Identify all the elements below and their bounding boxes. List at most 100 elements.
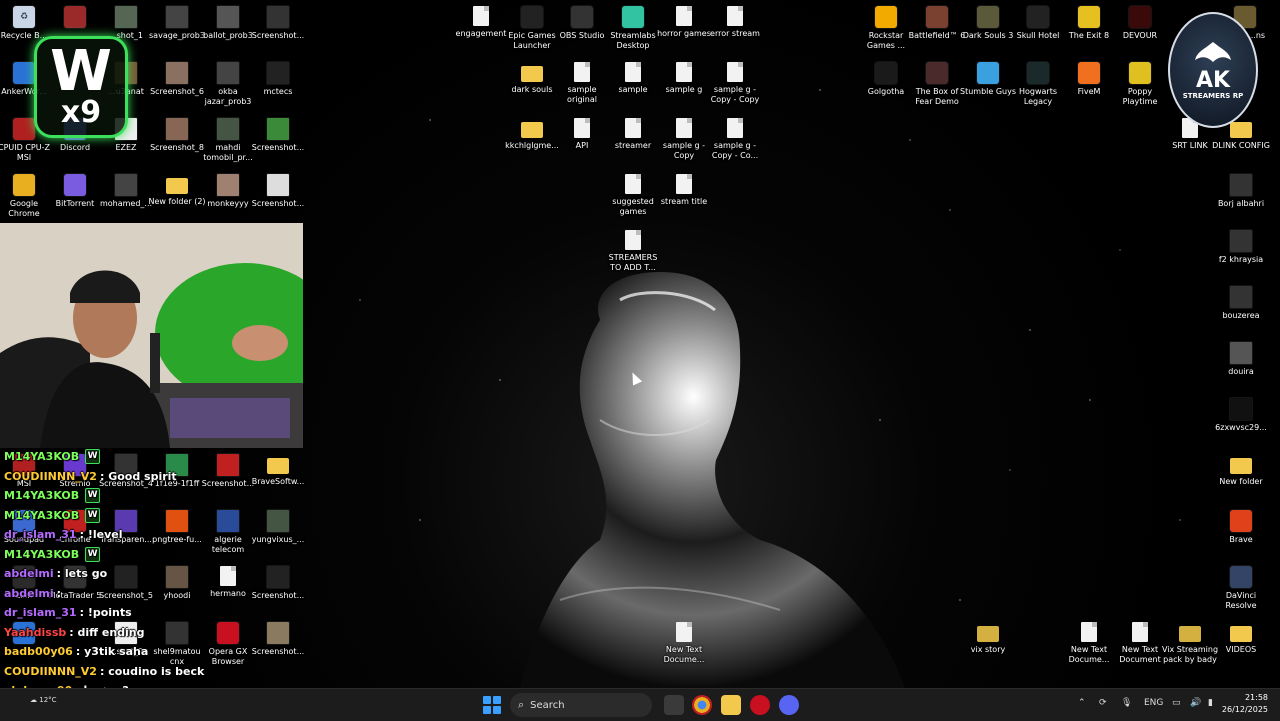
task-view-button[interactable]: [664, 695, 684, 715]
desktop-icon[interactable]: Skull Hotel: [1013, 6, 1063, 41]
app-icon: [1230, 510, 1252, 532]
desktop-icon[interactable]: kkchlglgme...: [505, 118, 559, 151]
desktop-icon[interactable]: Poppy Playtime: [1115, 62, 1165, 107]
desktop-icon[interactable]: Screenshot...: [252, 174, 304, 209]
desktop-icon[interactable]: [50, 6, 100, 31]
desktop-icon[interactable]: dark souls: [507, 62, 557, 95]
desktop-icon[interactable]: Rockstar Games ...: [861, 6, 911, 51]
desktop-icon-label: douira: [1228, 367, 1254, 376]
desktop-icon[interactable]: New folder: [1216, 454, 1266, 487]
desktop-icon[interactable]: STREAMERS TO ADD T...: [608, 230, 658, 273]
desktop-icon[interactable]: Hogwarts Legacy: [1013, 62, 1063, 107]
desktop-icon[interactable]: mctecs: [253, 62, 303, 97]
image-file-icon: [115, 6, 137, 28]
desktop-icon-label: DaVinci Resolve: [1225, 591, 1257, 610]
desktop-icon-label: sample g: [665, 85, 703, 94]
system-clock[interactable]: 21:58 26/12/2025: [1222, 692, 1268, 716]
desktop-icon[interactable]: Vix Streaming pack by bady: [1162, 622, 1218, 665]
desktop-icon[interactable]: vix story: [963, 622, 1013, 655]
desktop-icon[interactable]: New folder (2): [148, 174, 206, 207]
desktop-icon[interactable]: Epic Games Launcher: [507, 6, 557, 51]
desktop-icon[interactable]: OBS Studio: [557, 6, 607, 41]
desktop-icon[interactable]: BitTorrent: [50, 174, 100, 209]
start-button[interactable]: [483, 696, 501, 714]
desktop-icon[interactable]: suggested games: [608, 174, 658, 217]
chat-username: badb00y06: [4, 645, 73, 659]
opera-gx-taskbar-icon[interactable]: [750, 695, 770, 715]
app-icon: [571, 6, 593, 28]
desktop-icon[interactable]: Borj albahri: [1216, 174, 1266, 209]
webcam-feed: [0, 223, 303, 448]
desktop-icon[interactable]: FiveM: [1064, 62, 1114, 97]
chat-text: : diff ending: [69, 625, 145, 639]
desktop-icon[interactable]: Screenshot_8: [150, 118, 204, 153]
desktop-icon[interactable]: mahdi tomobil_pr...: [203, 118, 253, 163]
file-explorer-icon[interactable]: [721, 695, 741, 715]
weather-widget[interactable]: ☁ 12°C: [30, 696, 57, 704]
desktop-icon[interactable]: monkeyyy: [203, 174, 253, 209]
chrome-taskbar-icon[interactable]: [692, 695, 712, 715]
desktop-icon[interactable]: Streamlabs Desktop: [608, 6, 658, 51]
desktop-icon[interactable]: Screenshot_6: [150, 62, 204, 97]
folder-icon: [521, 66, 543, 82]
document-icon: [625, 62, 641, 82]
desktop-icon[interactable]: sample g - Copy: [659, 118, 709, 161]
folder-icon: [521, 122, 543, 138]
desktop-icon[interactable]: Screenshot...: [252, 118, 304, 153]
desktop-icon[interactable]: Brave: [1216, 510, 1266, 545]
desktop-icon-label: horror games: [657, 29, 711, 38]
language-indicator[interactable]: ENG: [1144, 698, 1163, 708]
weather-icon: ☁: [30, 696, 37, 704]
desktop-icon[interactable]: engagement: [456, 6, 506, 39]
chat-message: Yaahdissb: diff ending: [4, 623, 304, 643]
desktop-icon[interactable]: 6zxwvsc29...: [1215, 398, 1267, 433]
taskbar-search[interactable]: ⌕ Search: [510, 693, 652, 717]
desktop-icon[interactable]: VIDEOS: [1216, 622, 1266, 655]
discord-taskbar-icon[interactable]: [779, 695, 799, 715]
network-icon[interactable]: ▭: [1172, 698, 1181, 708]
desktop-icon[interactable]: Golgotha: [861, 62, 911, 97]
stream-chat-overlay: M14YA3KOB W COUDIINNN_V2: Good spirit M14YA…: [4, 447, 304, 720]
desktop-icon[interactable]: New Text Docume...: [659, 622, 709, 665]
chat-message: badb00y06: y3tik saha: [4, 642, 304, 662]
desktop-icon[interactable]: sample g - Copy - Co...: [710, 118, 760, 161]
desktop-icon[interactable]: f2 khraysia: [1216, 230, 1266, 265]
desktop-icon[interactable]: The Box of Fear Demo: [912, 62, 962, 107]
microphone-icon[interactable]: 🎙: [1121, 698, 1132, 708]
desktop-icon[interactable]: horror games: [657, 6, 711, 39]
sync-icon[interactable]: ⟳: [1099, 698, 1107, 708]
desktop-icon[interactable]: The Exit 8: [1064, 6, 1114, 41]
chevron-up-icon[interactable]: ⌃: [1078, 698, 1086, 708]
app-icon: [977, 6, 999, 28]
desktop-icon[interactable]: bouzerea: [1216, 286, 1266, 321]
desktop-icon[interactable]: Dark Souls 3: [963, 6, 1013, 41]
desktop-icon[interactable]: okba jazar_prob3: [203, 62, 253, 107]
desktop-icon[interactable]: error stream: [710, 6, 760, 39]
desktop-icon[interactable]: DaVinci Resolve: [1216, 566, 1266, 611]
desktop-icon[interactable]: Battlefield™ 6: [909, 6, 965, 41]
desktop-icon[interactable]: Stumble Guys: [960, 62, 1016, 97]
desktop-icon[interactable]: Screenshot...: [252, 6, 304, 41]
badge-count-text: x9: [60, 95, 102, 130]
desktop-icon[interactable]: New Text Docume...: [1064, 622, 1114, 665]
desktop-icon[interactable]: sample original: [557, 62, 607, 105]
w-counter-badge: W x9: [34, 36, 128, 138]
desktop-icon[interactable]: Google Chrome: [0, 174, 49, 219]
desktop-icon[interactable]: sample g - Copy - Copy: [710, 62, 760, 105]
desktop-icon[interactable]: savage_prob3: [149, 6, 205, 41]
desktop-icon[interactable]: API: [557, 118, 607, 151]
app-icon: [977, 62, 999, 84]
desktop-icon[interactable]: New Text Document: [1115, 622, 1165, 665]
desktop-icon[interactable]: DEVOUR: [1115, 6, 1165, 41]
desktop-icon[interactable]: sample g: [659, 62, 709, 95]
desktop-icon[interactable]: streamer: [608, 118, 658, 151]
desktop-icon[interactable]: mohamed_...: [100, 174, 152, 209]
desktop-icon[interactable]: ♻ Recycle B...: [0, 6, 49, 41]
battery-icon[interactable]: ▮: [1208, 698, 1213, 708]
chat-text: : y3tik saha: [75, 645, 149, 659]
desktop-icon[interactable]: sample: [608, 62, 658, 95]
desktop-icon[interactable]: douira: [1216, 342, 1266, 377]
desktop-icon[interactable]: ballot_prob3: [203, 6, 253, 41]
desktop-icon[interactable]: stream title: [659, 174, 709, 207]
volume-icon[interactable]: 🔊: [1190, 698, 1201, 708]
